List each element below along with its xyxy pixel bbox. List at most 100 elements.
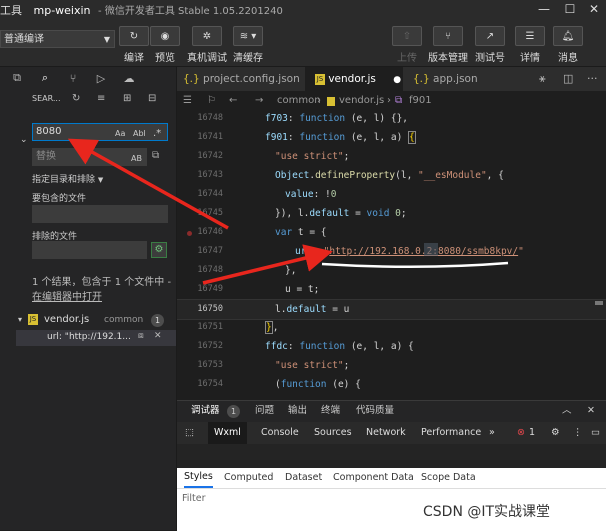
exclude-files-input[interactable] [32,241,147,259]
tab-code-quality[interactable]: 代码质量 [356,401,394,421]
collapse-all-icon[interactable]: ⊟ [148,93,156,104]
error-count: 1 [529,427,536,438]
upload-button[interactable]: ⇧ 上传 [387,26,427,64]
tab-performance[interactable]: Performance [421,422,481,444]
scrollbar-thumb[interactable] [595,301,603,305]
close-icon[interactable]: ✕ [587,401,595,421]
tab-console[interactable]: Console [261,422,299,444]
dock-icon[interactable]: ▭ [591,422,600,444]
unsaved-dot-icon[interactable]: ● [393,75,401,85]
details-button[interactable]: ☰ 详情 [510,26,550,64]
preserve-case-toggle[interactable]: AB [131,151,142,167]
result-match-row[interactable]: url: "http://192.1... ⧈ ✕ [16,330,176,346]
tab-scope-data[interactable]: Scope Data [421,468,476,488]
maximize-button[interactable]: ☐ [558,0,582,18]
watermark: CSDN @IT实战课堂 [423,504,551,520]
search-header: SEAR... ↻ ≡ ⊞ ⊟ [0,89,176,111]
version-button[interactable]: ⑂ 版本管理 [428,26,468,64]
breadcrumb-symbol[interactable]: f901 [409,91,432,111]
js-file-icon: JS [28,314,38,325]
chevron-up-icon[interactable]: ︿ [562,401,572,421]
search-input[interactable]: 8080 Aa Abl .* [32,123,168,141]
tab-problems[interactable]: 问题 [255,401,274,421]
files-icon[interactable]: ⧉ [6,71,28,85]
search-icon[interactable]: ⌕ [34,71,56,85]
outline-icon[interactable]: ☰ [183,91,192,111]
bookmark-icon[interactable]: ⚐ [207,91,216,111]
devtools-panel-tabs: ⬚ Wxml Console Sources Network Performan… [177,422,606,444]
tab-network[interactable]: Network [366,422,406,444]
breadcrumb-folder[interactable]: common [277,91,321,111]
remote-debug-button[interactable]: ✲ 真机调试 [187,26,227,64]
replace-input[interactable]: 替换 AB [32,148,147,166]
clear-cache-button[interactable]: ≋ ▾ 清缓存 [228,26,268,64]
search-header-label: SEAR... [32,94,61,103]
layout-icon[interactable]: ◫ [563,72,573,85]
replace-placeholder: 替换 [36,151,56,162]
replace-icon[interactable]: ⧈ [138,331,144,341]
js-file-icon: JS [315,73,325,85]
code-line: 16751}, [197,321,279,334]
tab-app-json[interactable]: {.} app.json [413,67,493,91]
split-editor-icon[interactable]: ⚹ [539,72,546,86]
extensions-icon[interactable]: ☁ [118,72,140,85]
forward-arrow-icon[interactable]: → [255,91,263,111]
gear-icon[interactable]: ⚙ [551,422,560,444]
gear-icon[interactable]: ⚙ [151,242,167,258]
eye-icon: ◉ [150,26,180,46]
replace-all-icon[interactable]: ⧉ [152,150,159,161]
regex-toggle[interactable]: .* [153,126,161,142]
tab-output[interactable]: 输出 [288,401,307,421]
code-line: 16746 var t = { [197,227,327,238]
search-sidebar: ⧉ ⌕ ⑂ ▷ ☁ SEAR... ↻ ≡ ⊞ ⊟ ⌄ 8080 Aa Abl … [0,67,177,530]
code-editor[interactable]: 16748 f703: function (e, l) {}, 16741 f901… [177,111,606,400]
tab-debugger[interactable]: 调试器 [191,401,220,421]
title-bar: 工具 mp-weixin - 微信开发者工具 Stable 1.05.22012… [0,0,606,18]
preview-button[interactable]: ◉ 预览 [145,26,185,64]
source-control-icon[interactable]: ⑂ [62,72,84,85]
more-tabs-icon[interactable]: » [489,422,495,444]
whole-word-toggle[interactable]: Abl [133,126,146,142]
refresh-icon[interactable]: ↻ [72,93,80,104]
debug-icon[interactable]: ▷ [90,72,112,85]
new-search-icon[interactable]: ⊞ [123,93,131,104]
tab-component-data[interactable]: Component Data [333,468,414,488]
breadcrumb-file[interactable]: vendor.js [339,91,384,111]
minimize-button[interactable]: — [532,0,556,18]
tab-computed[interactable]: Computed [224,468,273,488]
function-icon: ⧉ [395,95,403,106]
result-file-row[interactable]: ▾ JS vendor.js common 1 [18,313,176,329]
tab-dataset[interactable]: Dataset [285,468,322,488]
toggle-replace-icon[interactable]: ⌄ [20,135,28,145]
more-icon[interactable]: ··· [587,72,598,85]
tab-terminal[interactable]: 终端 [321,401,340,421]
clear-cache-label: 清缓存 [233,53,263,64]
result-file-dir: common [104,315,144,325]
compile-mode-select[interactable]: 普通编译 ▼ [0,30,115,48]
back-arrow-icon[interactable]: ← [229,91,237,111]
match-case-toggle[interactable]: Aa [115,126,125,142]
scope-toggle-label: 指定目录和排除 [32,175,96,185]
close-window-button[interactable]: ✕ [582,0,606,18]
tab-styles[interactable]: Styles [184,468,213,488]
tab-project-config[interactable]: {.} project.config.json [177,67,302,91]
tab-vendor-js[interactable]: JS vendor.js ● [305,67,403,91]
scope-toggle[interactable]: 指定目录和排除 ▼ [32,172,103,185]
tab-wxml[interactable]: Wxml [208,422,247,444]
kebab-menu-icon[interactable]: ⋮ [573,422,583,444]
chevron-down-icon: ▾ [18,315,23,324]
breakpoint-dot[interactable] [187,231,192,236]
code-line: 16752 ffdc: function (e, l, a) { [197,341,414,352]
filter-input[interactable]: Filter [182,493,206,504]
test-account-button[interactable]: ↗ 测试号 [470,26,510,64]
open-in-editor-link[interactable]: 在编辑器中打开 [32,292,102,303]
result-summary: 1 个结果，包含于 1 个文件中 - [32,277,172,288]
inspect-icon[interactable]: ⬚ [185,422,194,444]
clear-results-icon[interactable]: ≡ [97,93,105,104]
include-files-input[interactable] [32,205,168,223]
tab-sources[interactable]: Sources [314,422,352,444]
json-file-icon: {.} [183,73,200,85]
close-icon[interactable]: ✕ [154,331,162,341]
messages-button[interactable]: 🔔︎ 消息 [548,26,588,64]
details-label: 详情 [520,53,540,64]
